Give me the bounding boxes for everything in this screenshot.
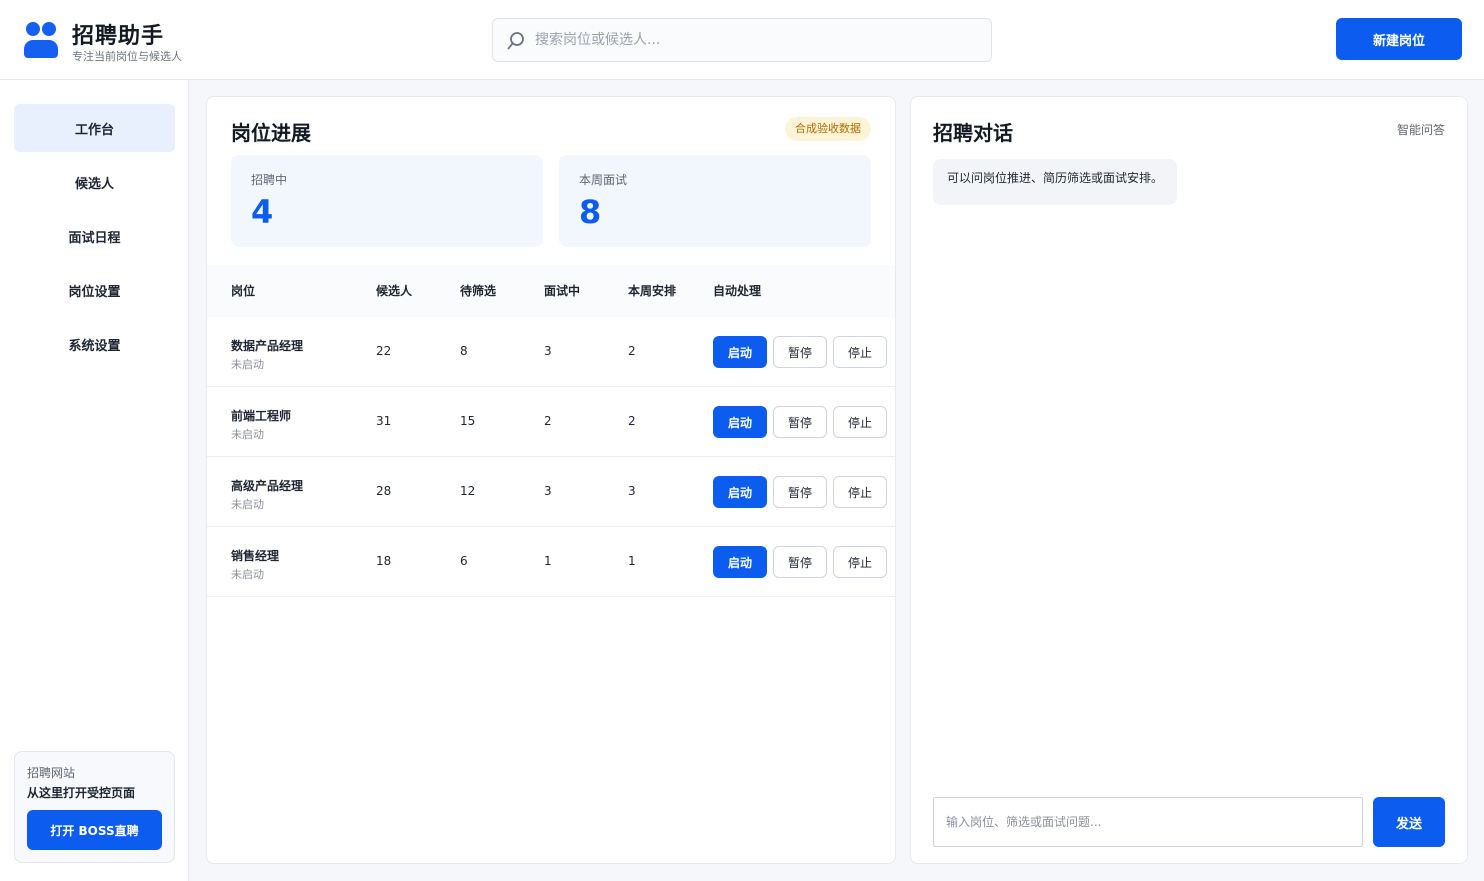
stop-button[interactable]: 停止 [833,336,887,368]
pending-count: 6 [460,554,468,568]
job-name: 数据产品经理 [231,339,304,353]
new-job-button[interactable]: 新建岗位 [1336,18,1462,60]
sidebar-item-workbench[interactable]: 工作台 [14,104,175,152]
chat-title: 招聘对话 [933,121,1013,145]
app-subtitle: 专注当前岗位与候选人 [72,50,182,63]
stop-button[interactable]: 停止 [833,546,887,578]
sidebar-item-system-settings[interactable]: 系统设置 [14,320,175,368]
status-badge: 合成验收数据 [785,117,871,141]
sidebar-item-job-settings[interactable]: 岗位设置 [14,266,175,314]
app-title: 招聘助手 [72,24,165,49]
start-button[interactable]: 启动 [713,406,767,438]
column-header: 自动处理 [713,284,762,298]
column-header: 候选人 [376,284,413,298]
stop-button[interactable]: 停止 [833,476,887,508]
stat-label: 本周面试 [579,173,628,187]
assistant-message: 可以问岗位推进、简历筛选或面试安排。 [933,159,1177,205]
job-name: 前端工程师 [231,409,292,423]
stat-card-hiring: 招聘中 4 [231,155,543,247]
chat-input[interactable] [933,797,1363,847]
table-row: 销售经理 未启动 18 6 1 1 启动 暂停 停止 [207,527,895,597]
candidates-count: 18 [376,554,392,568]
column-header: 本周安排 [628,284,677,298]
job-name: 高级产品经理 [231,479,304,493]
interviewing-count: 2 [544,414,552,428]
search-input[interactable] [535,19,975,61]
job-progress-panel: 岗位进展 合成验收数据 招聘中 4 本周面试 8 岗位 候选人 待筛选 面试中 … [206,96,896,864]
pending-count: 12 [460,484,476,498]
top-header: 招聘助手 专注当前岗位与候选人 新建岗位 [0,0,1484,80]
stat-value: 4 [251,193,274,231]
column-header: 待筛选 [460,284,497,298]
team-logo-icon [24,22,58,58]
candidates-count: 22 [376,344,392,358]
sidebar-item-interview-schedule[interactable]: 面试日程 [14,212,175,260]
column-header: 面试中 [544,284,581,298]
job-status: 未启动 [231,428,264,441]
job-status: 未启动 [231,358,264,371]
job-name: 销售经理 [231,549,280,563]
pause-button[interactable]: 暂停 [773,546,827,578]
sidebar-item-candidates[interactable]: 候选人 [14,158,175,206]
pause-button[interactable]: 暂停 [773,476,827,508]
search-icon [507,32,524,50]
chat-mode-label: 智能问答 [1396,123,1445,137]
search-box[interactable] [492,18,992,62]
send-button[interactable]: 发送 [1373,797,1445,847]
pending-count: 15 [460,414,476,428]
table-row: 数据产品经理 未启动 22 8 3 2 启动 暂停 停止 [207,317,895,387]
candidates-count: 31 [376,414,392,428]
pause-button[interactable]: 暂停 [773,336,827,368]
job-status: 未启动 [231,498,264,511]
this-week-count: 2 [628,344,636,358]
start-button[interactable]: 启动 [713,476,767,508]
recruiting-site-card: 招聘网站 从这里打开受控页面 打开 BOSS直聘 [14,751,175,863]
candidates-count: 28 [376,484,392,498]
start-button[interactable]: 启动 [713,336,767,368]
recruiting-chat-panel: 招聘对话 智能问答 可以问岗位推进、简历筛选或面试安排。 发送 [910,96,1468,864]
stat-label: 招聘中 [251,173,288,187]
pause-button[interactable]: 暂停 [773,406,827,438]
start-button[interactable]: 启动 [713,546,767,578]
table-row: 前端工程师 未启动 31 15 2 2 启动 暂停 停止 [207,387,895,457]
site-card-label: 招聘网站 [27,766,76,780]
stat-value: 8 [579,193,602,231]
interviewing-count: 1 [544,554,552,568]
stat-card-weekly-interviews: 本周面试 8 [559,155,871,247]
open-boss-button[interactable]: 打开 BOSS直聘 [27,810,162,850]
job-status: 未启动 [231,568,264,581]
sidebar: 工作台 候选人 面试日程 岗位设置 系统设置 招聘网站 从这里打开受控页面 打开… [0,80,189,881]
table-row: 高级产品经理 未启动 28 12 3 3 启动 暂停 停止 [207,457,895,527]
panel-title: 岗位进展 [231,121,311,145]
interviewing-count: 3 [544,344,552,358]
stop-button[interactable]: 停止 [833,406,887,438]
site-card-desc: 从这里打开受控页面 [27,786,136,800]
this-week-count: 1 [628,554,636,568]
interviewing-count: 3 [544,484,552,498]
pending-count: 8 [460,344,468,358]
column-header: 岗位 [231,284,256,298]
this-week-count: 3 [628,484,636,498]
table-header: 岗位 候选人 待筛选 面试中 本周安排 自动处理 [207,265,895,317]
this-week-count: 2 [628,414,636,428]
